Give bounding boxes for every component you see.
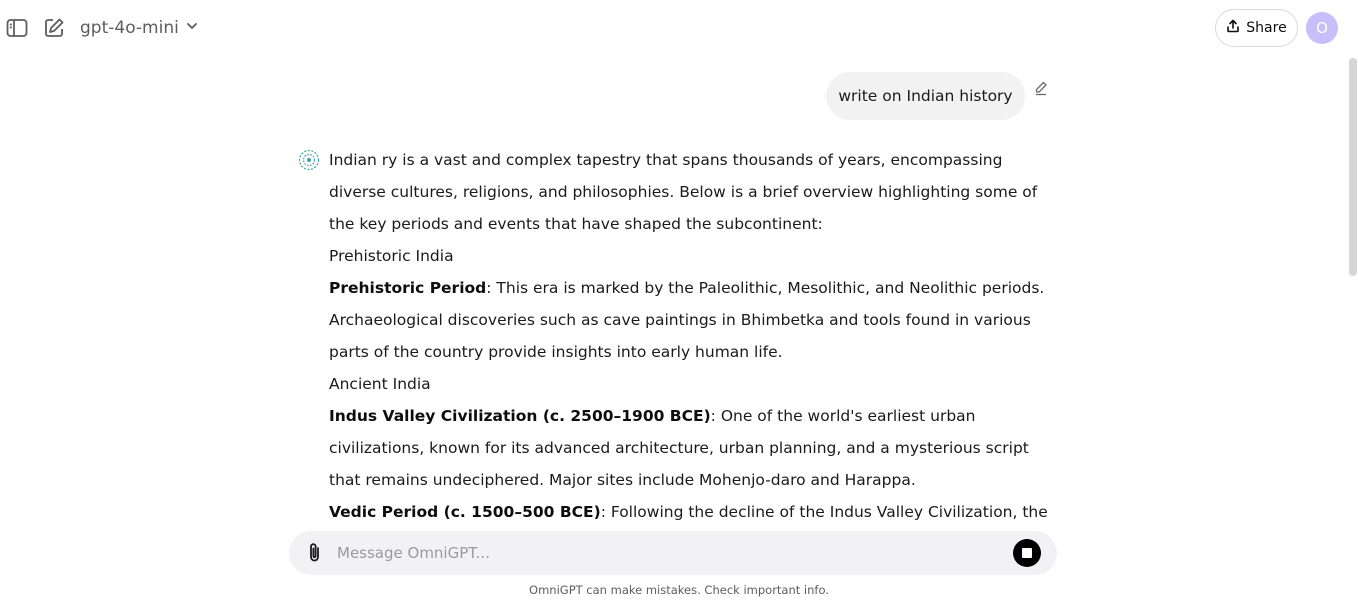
assistant-paragraph: Indus Valley Civilization (c. 2500–1900 …	[329, 407, 1029, 489]
stop-generating-button[interactable]	[1013, 539, 1041, 567]
scrollbar-thumb[interactable]	[1349, 58, 1357, 276]
section-heading: Prehistoric India	[329, 247, 454, 265]
share-upload-icon	[1226, 19, 1240, 37]
user-message-text: write on Indian history	[838, 87, 1013, 105]
model-selector[interactable]: gpt-4o-mini	[80, 14, 199, 42]
paperclip-icon[interactable]	[305, 541, 325, 565]
new-chat-icon[interactable]	[42, 16, 66, 40]
section-heading: Ancient India	[329, 375, 431, 393]
share-label: Share	[1246, 20, 1287, 36]
top-bar: gpt-4o-mini Share O	[0, 0, 1358, 56]
stop-icon	[1022, 548, 1032, 558]
openai-logo-icon	[298, 149, 320, 171]
scrollbar[interactable]	[1348, 56, 1358, 532]
assistant-paragraph: Prehistoric Period: This era is marked b…	[329, 279, 1045, 361]
disclaimer-text: OmniGPT can make mistakes. Check importa…	[529, 583, 829, 597]
share-button[interactable]: Share	[1215, 9, 1298, 47]
avatar-initial: O	[1316, 19, 1328, 37]
user-message-bubble: write on Indian history	[826, 72, 1025, 120]
user-avatar[interactable]: O	[1306, 12, 1338, 44]
message-input[interactable]	[337, 538, 997, 568]
assistant-paragraph: Vedic Period (c. 1500–500 BCE): Followin…	[329, 503, 1048, 521]
message-composer	[289, 531, 1057, 575]
model-name: gpt-4o-mini	[80, 18, 179, 38]
assistant-message: Indian ry is a vast and complex tapestry…	[329, 144, 1059, 528]
assistant-paragraph: Indian ry is a vast and complex tapestry…	[329, 151, 1038, 233]
chevron-down-icon	[185, 18, 199, 38]
pencil-icon[interactable]	[1033, 80, 1049, 96]
sidebar-toggle-icon[interactable]	[5, 16, 29, 40]
